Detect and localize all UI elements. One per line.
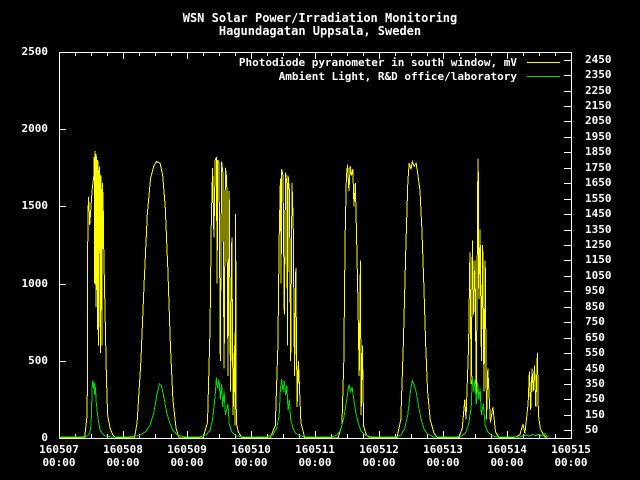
legend-line-sample-yellow	[527, 62, 560, 63]
legend-label-photodiode: Photodiode pyranometer in south window, …	[239, 56, 517, 69]
series-line-0	[59, 151, 547, 438]
plot-border	[60, 53, 572, 439]
solar-monitoring-chart: WSN Solar Power/Irradiation Monitoring H…	[0, 0, 640, 480]
legend-label-ambient: Ambient Light, R&D office/laboratory	[279, 70, 517, 83]
legend-line-sample-green	[527, 76, 560, 77]
legend: Photodiode pyranometer in south window, …	[239, 55, 560, 83]
series-line-1	[59, 376, 549, 437]
legend-item-photodiode: Photodiode pyranometer in south window, …	[239, 55, 560, 69]
legend-item-ambient: Ambient Light, R&D office/laboratory	[239, 69, 560, 83]
